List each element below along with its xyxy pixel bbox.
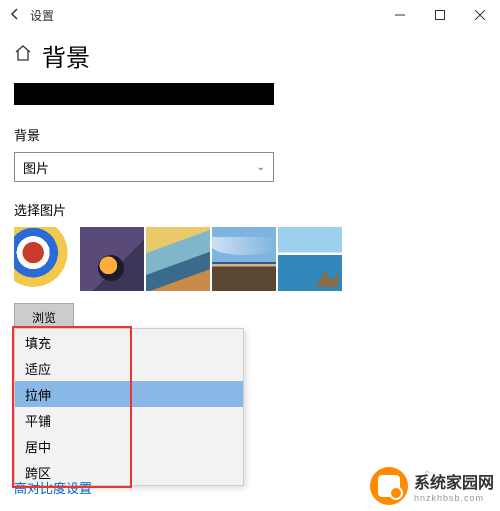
page-title: 背景 [42, 38, 90, 73]
picture-thumb[interactable] [80, 227, 144, 291]
preview-bar [14, 83, 274, 105]
maximize-button[interactable] [420, 0, 460, 30]
picture-thumb[interactable] [146, 227, 210, 291]
close-icon [475, 10, 485, 20]
window-title: 设置 [30, 7, 54, 24]
fit-option[interactable]: 适应 [15, 355, 243, 381]
browse-button[interactable]: 浏览 [14, 303, 74, 331]
watermark: 系统家园网 hnzkhbsb.com [370, 467, 494, 505]
maximize-icon [435, 10, 445, 20]
fit-dropdown-list: 填充适应拉伸平铺居中跨区 [14, 328, 244, 486]
fit-option[interactable]: 拉伸 [15, 381, 243, 407]
page-header: 背景 [0, 30, 500, 83]
picture-thumb[interactable] [278, 227, 342, 291]
arrow-left-icon [8, 7, 22, 21]
picture-thumb[interactable] [212, 227, 276, 291]
fit-dropdown-open: 填充适应拉伸平铺居中跨区 [14, 328, 244, 486]
minimize-icon [395, 10, 405, 20]
titlebar: 设置 [0, 0, 500, 30]
high-contrast-link[interactable]: 高对比度设置 [14, 478, 92, 497]
fit-option[interactable]: 填充 [15, 329, 243, 355]
fit-option[interactable]: 平铺 [15, 407, 243, 433]
back-button[interactable] [0, 7, 30, 24]
browse-label: 浏览 [32, 309, 56, 326]
fit-option[interactable]: 居中 [15, 433, 243, 459]
background-label: 背景 [14, 125, 486, 144]
watermark-logo-icon [370, 467, 408, 505]
choose-picture-label: 选择图片 [14, 200, 486, 219]
picture-thumbnails [14, 227, 486, 291]
close-button[interactable] [460, 0, 500, 30]
picture-thumb[interactable] [14, 227, 78, 291]
background-type-value: 图片 [23, 158, 49, 177]
background-type-select[interactable]: 图片 ⌄ [14, 152, 274, 182]
watermark-sub: hnzkhbsb.com [414, 493, 494, 503]
chevron-down-icon: ⌄ [257, 162, 265, 173]
background-section: 背景 图片 ⌄ [0, 125, 500, 182]
watermark-brand: 系统家园网 [414, 469, 494, 493]
picture-section: 选择图片 浏览 [0, 200, 500, 331]
home-icon[interactable] [14, 44, 32, 67]
minimize-button[interactable] [380, 0, 420, 30]
